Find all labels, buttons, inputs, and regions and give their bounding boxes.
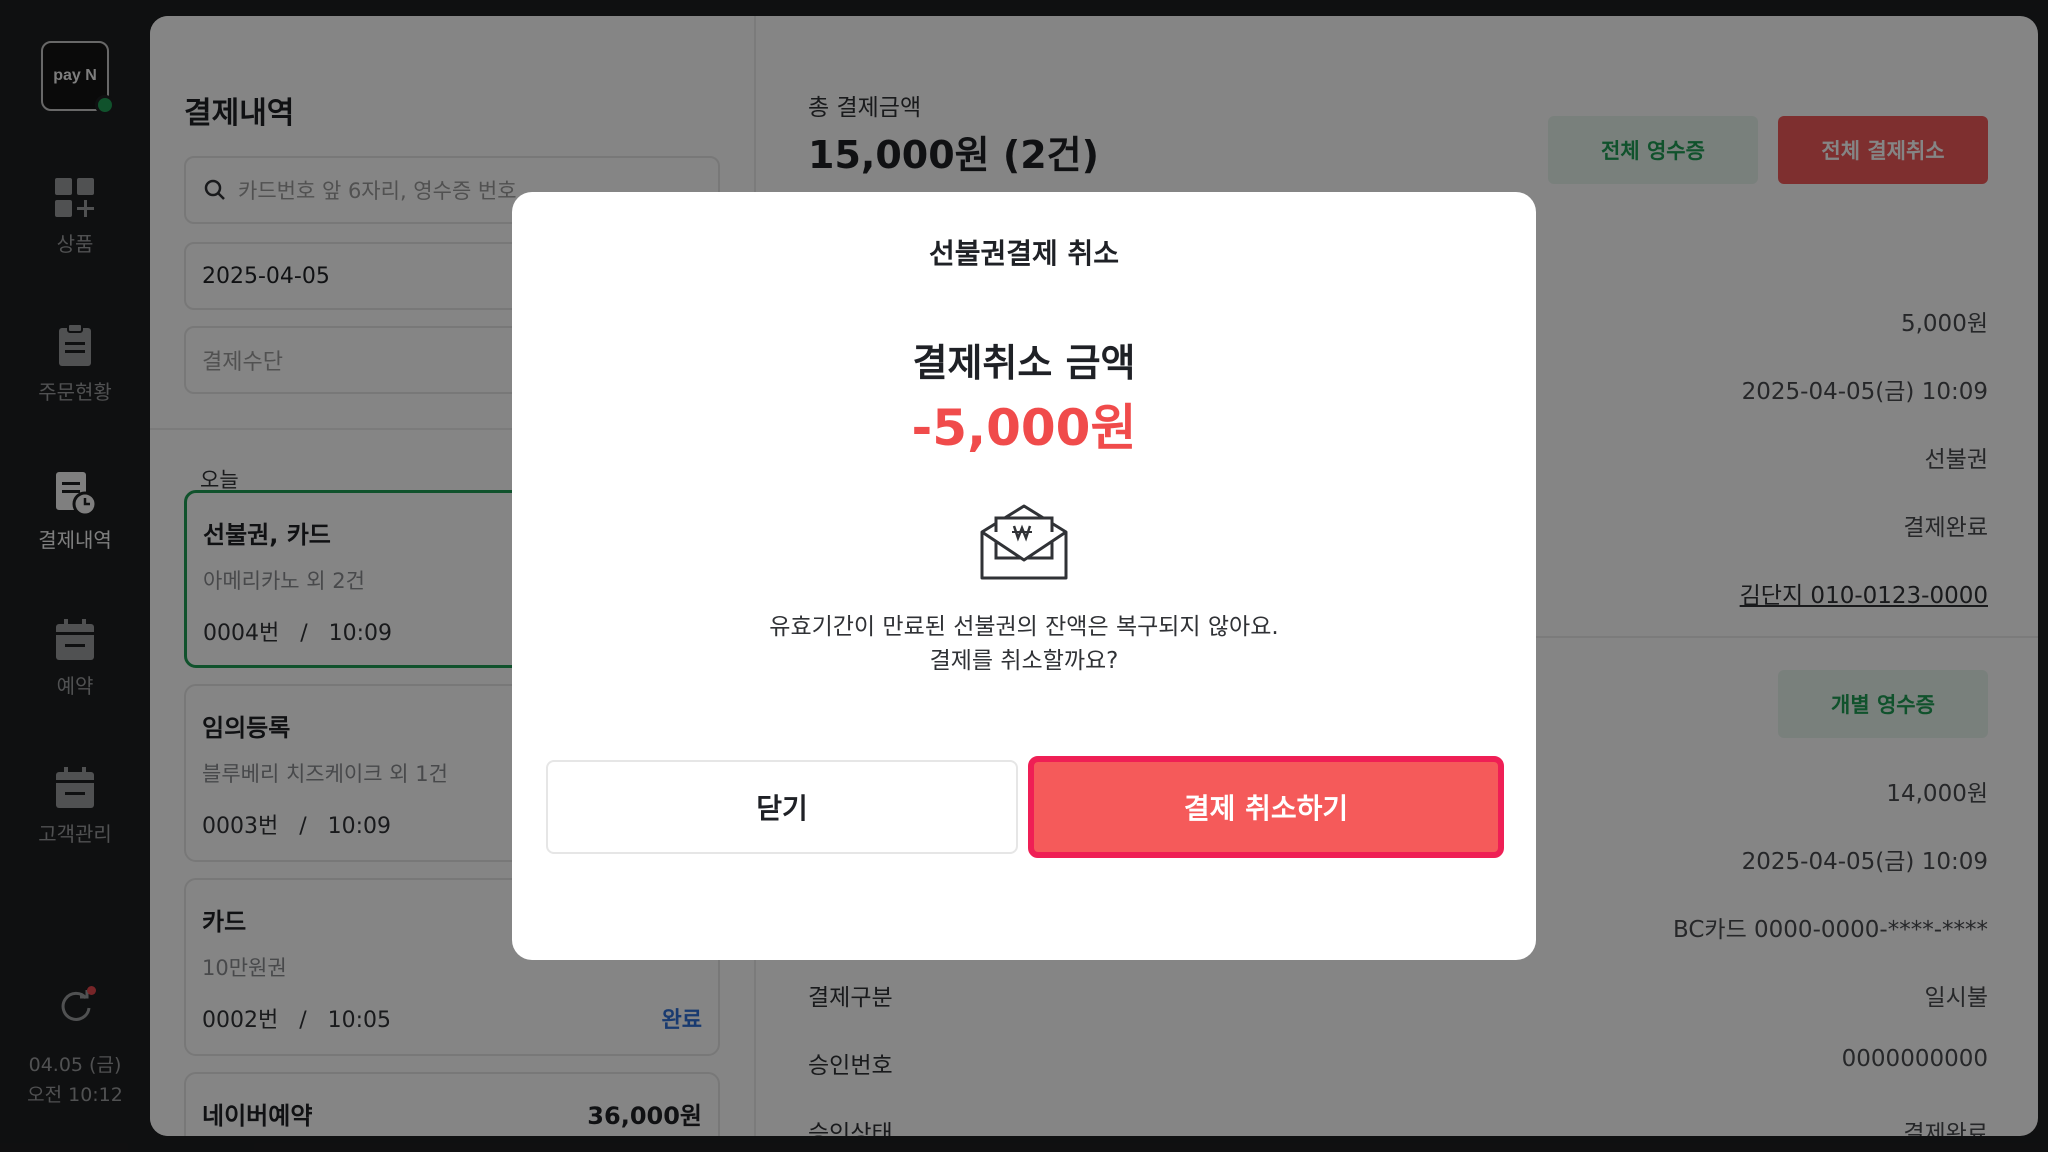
dialog-message: 유효기간이 만료된 선불권의 잔액은 복구되지 않아요. 결제를 취소할까요? (512, 610, 1536, 678)
cancel-amount-heading: 결제취소 금액 (912, 341, 1136, 385)
cancel-payment-dialog: 선불권결제 취소 결제취소 금액 -5,000원 유효기간이 만료된 선불권의 … (512, 192, 1536, 960)
confirm-cancel-button[interactable]: 결제 취소하기 (1028, 756, 1504, 858)
message-line: 유효기간이 만료된 선불권의 잔액은 복구되지 않아요. (769, 614, 1279, 640)
message-line: 결제를 취소할까요? (929, 648, 1119, 674)
close-button[interactable]: 닫기 (546, 760, 1018, 854)
dialog-title: 선불권결제 취소 (928, 237, 1120, 270)
cancel-amount: -5,000원 (911, 399, 1137, 457)
envelope-won-icon (980, 504, 1068, 580)
